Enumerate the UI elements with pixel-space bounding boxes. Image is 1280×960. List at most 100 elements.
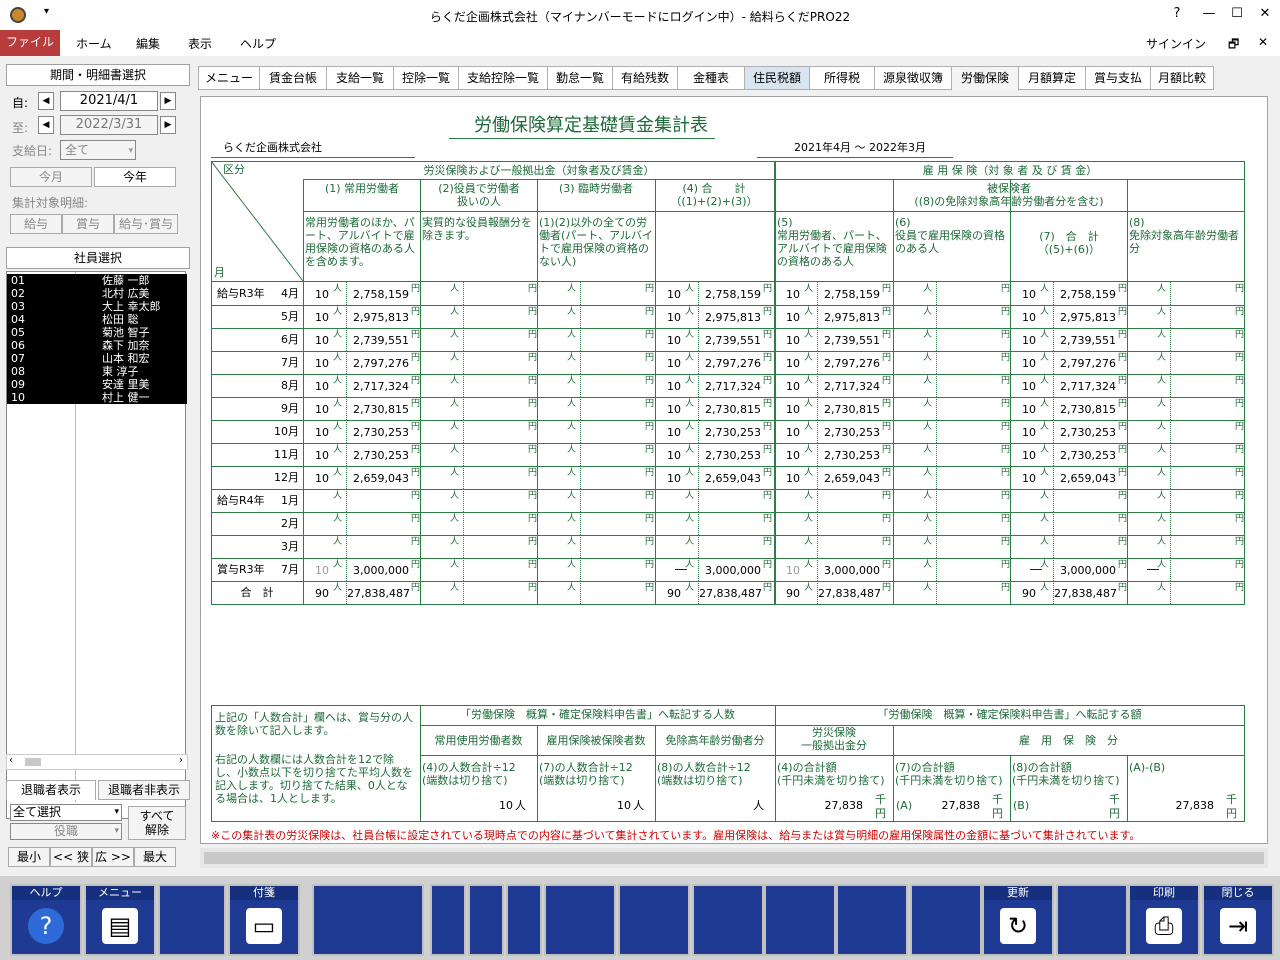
select-all-dropdown[interactable]: 全て選択 ▾ [10,804,122,821]
scroll-thumb[interactable] [204,852,1264,864]
close-doc-icon[interactable]: ✕ [1258,35,1268,49]
to-date-field[interactable]: 2022/3/31 [60,115,158,135]
tab-8[interactable]: 住民税額 [744,66,810,90]
min-button[interactable]: 最小 [8,847,50,867]
tab-10[interactable]: 源泉徴収簿 [874,66,952,90]
employee-hscroll[interactable]: ‹ › [6,754,188,770]
unit-en: 円 [411,284,421,294]
position-dropdown[interactable]: 役職 ▾ [10,823,122,840]
grid-line [211,705,1245,706]
employee-row[interactable]: 01 佐藤 一郎 [7,274,187,287]
unit-en: 円 [1235,376,1245,386]
tab-6[interactable]: 有給残数 [612,66,678,90]
employee-row[interactable]: 08 東 淳子 [7,365,187,378]
dash: ― [675,562,687,576]
hide-retired-tab[interactable]: 退職者非表示 [98,780,190,800]
f3-button[interactable] [158,884,226,956]
tab-1[interactable]: 賃金台帳 [259,66,327,90]
f10-button[interactable] [618,884,690,956]
row-amount: 2,758,159 [824,288,880,301]
tab-11[interactable]: 労働保険 [951,66,1019,91]
tab-13[interactable]: 賞与支払 [1085,66,1151,90]
f7-button[interactable] [468,884,504,956]
payday-select[interactable]: 全て ▾ [60,140,136,160]
employee-row[interactable]: 05 菊池 智子 [7,326,187,339]
from-date-field[interactable]: 2021/4/1 [60,91,158,111]
unit-nin: 人 [923,491,933,501]
salary-bonus-button[interactable]: 給与･賞与 [114,214,178,234]
tab-3[interactable]: 控除一覧 [393,66,459,90]
max-button[interactable]: 最大 [134,847,176,867]
update-button[interactable]: 更新 ↻ [982,884,1054,956]
minimize-icon[interactable]: — [1198,6,1220,21]
tab-7[interactable]: 金種表 [677,66,745,90]
show-retired-tab[interactable]: 退職者表示 [6,780,96,800]
menu-file[interactable]: ファイル [0,30,60,56]
maximize-icon[interactable]: ☐ [1226,6,1248,21]
this-year-button[interactable]: 今年 [94,167,176,187]
f14-button[interactable] [910,884,982,956]
row-count: 10 [315,288,329,301]
row-count: 10 [1022,403,1036,416]
employee-row[interactable]: 02 北村 広美 [7,287,187,300]
f9-button[interactable] [544,884,616,956]
document-hscroll[interactable] [200,848,1268,868]
f6-button[interactable] [430,884,466,956]
row-amount: 2,717,324 [1060,380,1116,393]
help-icon[interactable]: ? [1166,6,1188,21]
bonus-button[interactable]: 賞与 [62,214,114,234]
menu-help[interactable]: ヘルプ [240,35,276,52]
unit-en: 円 [1109,807,1120,820]
b-head-4: 雇 用 保 険 分 [1019,734,1118,747]
f5-button[interactable] [312,884,424,956]
to-prev-button[interactable]: ◀ [38,116,54,134]
row-month-label: 10月 [274,425,299,438]
wide-button[interactable]: 広 >> [92,847,134,867]
this-month-button[interactable]: 今月 [10,167,92,187]
menu-edit[interactable]: 編集 [136,35,160,52]
f8-button[interactable] [506,884,542,956]
tab-12[interactable]: 月額算定 [1018,66,1086,90]
unit-nin: 人 [450,468,460,478]
salary-button[interactable]: 給与 [10,214,62,234]
from-next-button[interactable]: ▶ [160,92,176,110]
grid-line [211,604,1245,605]
employee-list[interactable]: 01 佐藤 一郎 02 北村 広美 03 大上 幸太郎 04 松田 聡 05 菊池 智子 06 森下 … [6,271,187,819]
employee-row[interactable]: 07 山本 和宏 [7,352,187,365]
unit-nin: 人 [923,583,933,593]
fusen-button[interactable]: 付箋 ▭ [228,884,300,956]
menu-view[interactable]: 表示 [188,35,212,52]
tab-4[interactable]: 支給控除一覧 [458,66,548,90]
menu-home[interactable]: ホーム [76,35,112,52]
from-prev-button[interactable]: ◀ [38,92,54,110]
help-button[interactable]: ヘルプ? [10,884,82,956]
tab-9[interactable]: 所得税 [809,66,875,90]
f16-button[interactable] [1056,884,1128,956]
employee-row[interactable]: 04 松田 聡 [7,313,187,326]
unit-en: 円 [882,399,892,409]
print-button[interactable]: 印刷 ⎙ [1128,884,1200,956]
signin-link[interactable]: サインイン [1146,35,1206,52]
restore-icon[interactable]: 🗗 [1228,35,1239,56]
unit-nin: 人 [923,376,933,386]
employee-row[interactable]: 10 村上 健一 [7,391,187,404]
release-all-button[interactable]: すべて 解除 [128,806,186,840]
tab-2[interactable]: 支給一覧 [326,66,394,90]
grid-line [211,328,1245,329]
employee-row[interactable]: 06 森下 加奈 [7,339,187,352]
f13-button[interactable] [836,884,908,956]
unit-en: 円 [645,491,655,501]
narrow-button[interactable]: << 狭 [50,847,92,867]
employee-row[interactable]: 03 大上 幸太郎 [7,300,187,313]
to-next-button[interactable]: ▶ [160,116,176,134]
menu-button[interactable]: メニュー ▤ [84,884,156,956]
tab-0[interactable]: メニュー [198,66,260,90]
tab-5[interactable]: 勤怠一覧 [547,66,613,90]
tab-14[interactable]: 月額比較 [1150,66,1214,90]
f11-button[interactable] [692,884,764,956]
employee-row[interactable]: 09 安達 里美 [7,378,187,391]
unit-nin: 人 [1040,422,1050,432]
f12-button[interactable] [764,884,836,956]
close-icon[interactable]: ✕ [1254,6,1276,21]
close-button[interactable]: 閉じる ⇥ [1202,884,1274,956]
